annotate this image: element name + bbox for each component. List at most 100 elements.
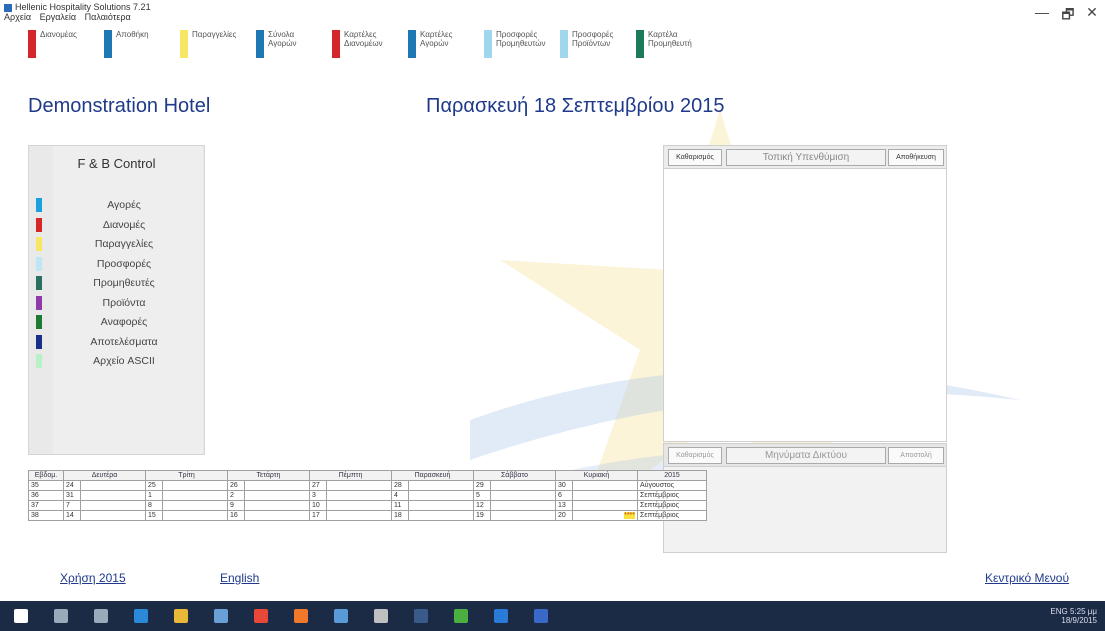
calendar-day[interactable]: 16 — [227, 510, 245, 521]
calendar-day[interactable]: 27 — [309, 480, 327, 491]
store-icon[interactable] — [214, 609, 228, 623]
toolbar-button-1[interactable]: Αποθήκη — [104, 26, 160, 66]
calendar-day[interactable]: 12 — [473, 500, 491, 511]
calendar-day-cell[interactable] — [80, 500, 146, 511]
fb-item-2[interactable]: Παραγγελίες — [29, 235, 204, 253]
task-view-icon[interactable] — [94, 609, 108, 623]
calendar-day-cell[interactable] — [408, 500, 474, 511]
toolbar-button-2[interactable]: Παραγγελίες — [180, 26, 236, 66]
reminder-save-button[interactable]: Αποθήκευση — [888, 149, 944, 166]
calendar-day-cell[interactable] — [326, 510, 392, 521]
calendar-day[interactable]: 15 — [145, 510, 163, 521]
calendar-day[interactable]: 17 — [309, 510, 327, 521]
language-indicator[interactable]: ENG — [1050, 607, 1067, 616]
reminder-clear-button[interactable]: Καθαρισμός — [668, 149, 722, 166]
menu-file[interactable]: Αρχεία — [4, 12, 31, 22]
calendar-day[interactable]: 6 — [555, 490, 573, 501]
calendar-day[interactable]: 14 — [63, 510, 81, 521]
clock-date[interactable]: 18/9/2015 — [1061, 616, 1097, 625]
chrome-icon[interactable] — [254, 609, 268, 623]
edge-icon[interactable] — [134, 609, 148, 623]
messages-send-button[interactable]: Αποστολή — [888, 447, 944, 464]
main-menu-link[interactable]: Κεντρικό Μενού — [985, 571, 1069, 585]
calendar-month[interactable]: Αύγουστος — [637, 480, 707, 491]
calendar-day[interactable]: 31 — [63, 490, 81, 501]
toolbar-button-7[interactable]: Προσφορές Προϊόντων — [560, 26, 616, 66]
fb-item-8[interactable]: Αρχείο ASCII — [29, 352, 204, 370]
calendar-day-cell[interactable] — [244, 480, 310, 491]
toolbar-button-6[interactable]: Προσφορές Προμηθευτών — [484, 26, 546, 66]
calendar-day[interactable]: 25 — [145, 480, 163, 491]
calendar-day-cell[interactable] — [326, 490, 392, 501]
calendar-day[interactable]: 18 — [391, 510, 409, 521]
toolbar-button-5[interactable]: Καρτέλες Αγορών — [408, 26, 464, 66]
star-icon[interactable] — [454, 609, 468, 623]
files-icon[interactable] — [174, 609, 188, 623]
calendar-day[interactable]: 28 — [391, 480, 409, 491]
calendar-day-cell[interactable] — [244, 510, 310, 521]
windows-icon[interactable] — [14, 609, 28, 623]
phone-icon[interactable] — [334, 609, 348, 623]
calendar-day-cell[interactable] — [326, 500, 392, 511]
calendar-day[interactable]: 8 — [145, 500, 163, 511]
calendar-day-cell[interactable] — [244, 500, 310, 511]
calendar-month[interactable]: Σεπτέμβριος — [637, 490, 707, 501]
calendar-day-cell[interactable] — [326, 480, 392, 491]
fb-item-5[interactable]: Προϊόντα — [29, 294, 204, 312]
calendar-day-cell[interactable] — [572, 490, 638, 501]
english-link[interactable]: English — [220, 571, 259, 585]
calendar-day[interactable]: 10 — [309, 500, 327, 511]
calendar-day-cell[interactable] — [572, 500, 638, 511]
word-icon[interactable] — [534, 609, 548, 623]
reminder-tab[interactable]: Τοπική Υπενθύμιση — [726, 149, 886, 166]
fb-item-4[interactable]: Προμηθευτές — [29, 274, 204, 292]
fb-item-6[interactable]: Αναφορές — [29, 313, 204, 331]
minimize-icon[interactable]: — — [1030, 4, 1054, 20]
clock-time[interactable]: 5:25 μμ — [1070, 607, 1097, 616]
calendar-day[interactable]: 11 — [391, 500, 409, 511]
calendar-day[interactable]: 26 — [227, 480, 245, 491]
app-icon[interactable] — [374, 609, 388, 623]
firefox-icon[interactable] — [294, 609, 308, 623]
calendar-day-cell[interactable] — [80, 510, 146, 521]
fb-item-3[interactable]: Προσφορές — [29, 255, 204, 273]
fb-item-7[interactable]: Αποτελέσματα — [29, 333, 204, 351]
calendar-day[interactable]: 9 — [227, 500, 245, 511]
calendar-day-cell[interactable] — [408, 480, 474, 491]
calendar-day-cell[interactable] — [244, 490, 310, 501]
calendar-day-cell[interactable] — [162, 480, 228, 491]
calendar-day[interactable]: 5 — [473, 490, 491, 501]
calendar-day[interactable]: 1 — [145, 490, 163, 501]
calendar-month[interactable]: Σεπτέμβριος — [637, 510, 707, 521]
calendar-day[interactable]: 7 — [63, 500, 81, 511]
calendar-day[interactable]: 24 — [63, 480, 81, 491]
messages-clear-button[interactable]: Καθαρισμός — [668, 447, 722, 464]
calendar-day[interactable]: 29 — [473, 480, 491, 491]
calendar-day[interactable]: 30 — [555, 480, 573, 491]
toolbar-button-3[interactable]: Σύνολα Αγορών — [256, 26, 312, 66]
app2-icon[interactable] — [494, 609, 508, 623]
terminal-icon[interactable] — [414, 609, 428, 623]
calendar-day-cell[interactable] — [490, 500, 556, 511]
calendar-day[interactable]: 4 — [391, 490, 409, 501]
calendar-day-cell[interactable] — [162, 500, 228, 511]
calendar-day-cell[interactable] — [162, 510, 228, 521]
calendar-day[interactable]: 19 — [473, 510, 491, 521]
menu-older[interactable]: Παλαιότερα — [85, 12, 131, 22]
calendar-day-cell[interactable] — [408, 490, 474, 501]
calendar-day[interactable]: 20 — [555, 510, 573, 521]
toolbar-button-4[interactable]: Καρτέλες Διανομέων — [332, 26, 388, 66]
calendar-day-cell[interactable] — [572, 480, 638, 491]
calendar-day-cell[interactable] — [408, 510, 474, 521]
calendar-day-cell[interactable] — [162, 490, 228, 501]
calendar-day-cell[interactable] — [80, 490, 146, 501]
toolbar-button-0[interactable]: Διανομέας — [28, 26, 84, 66]
calendar-day-cell[interactable] — [490, 490, 556, 501]
calendar-day[interactable]: 3 — [309, 490, 327, 501]
calendar-day[interactable]: 13 — [555, 500, 573, 511]
close-icon[interactable]: ✕ — [1080, 4, 1104, 21]
search-icon[interactable] — [54, 609, 68, 623]
calendar-day-cell[interactable] — [490, 510, 556, 521]
calendar-day-cell[interactable] — [80, 480, 146, 491]
restore-icon[interactable]: 🗗 — [1056, 4, 1080, 28]
